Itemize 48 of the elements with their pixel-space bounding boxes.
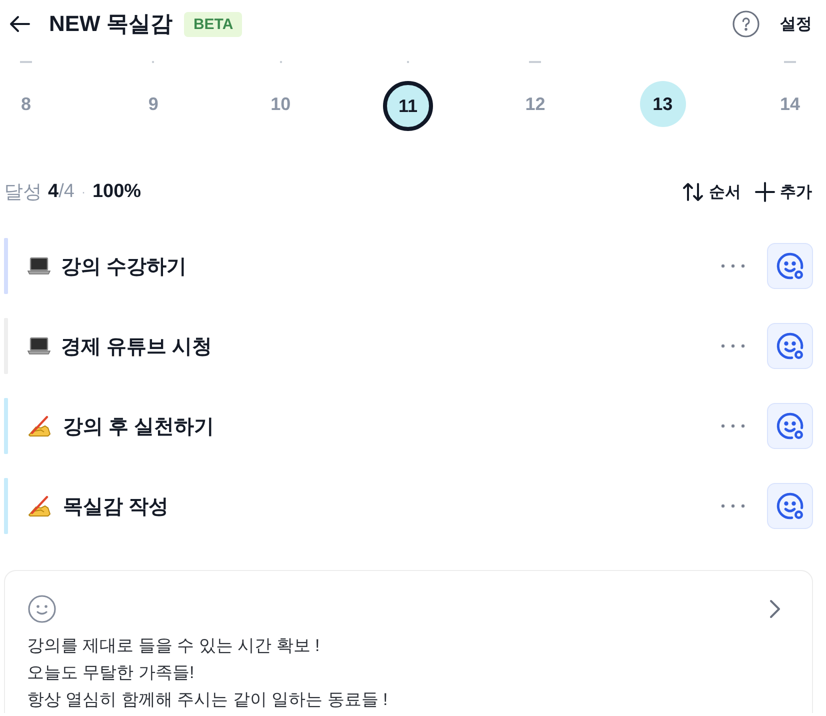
memo-line: 강의를 제대로 들을 수 있는 시간 확보 ! <box>27 635 321 657</box>
total-count: /4 <box>58 181 74 203</box>
laptop-icon <box>27 336 51 356</box>
task-title: 경제 유튜브 시청 <box>61 334 212 360</box>
add-button[interactable]: 추가 <box>755 182 812 202</box>
laptop-icon <box>27 256 51 276</box>
more-button[interactable] <box>721 424 745 428</box>
more-button[interactable] <box>721 344 745 348</box>
sort-arrows-icon <box>682 181 704 203</box>
ellipsis-icon <box>721 344 745 348</box>
help-icon <box>732 10 760 38</box>
task-title: 목실감 작성 <box>63 494 169 520</box>
reaction-button[interactable] <box>767 403 813 449</box>
dash-mark-icon <box>784 61 796 63</box>
page-title: NEW 목실감 <box>49 10 172 38</box>
ellipsis-icon <box>721 264 745 268</box>
memo-line: 항상 열심히 함께해 주시는 같이 일하는 동료들 ! <box>27 689 389 711</box>
separator-dot: · <box>81 185 86 199</box>
more-button[interactable] <box>721 264 745 268</box>
dash-mark-icon <box>529 61 542 63</box>
sort-button[interactable]: 순서 <box>682 181 741 203</box>
date-button[interactable]: 13 <box>640 81 686 127</box>
face-icon <box>775 251 805 281</box>
dash-mark-icon <box>20 61 32 63</box>
reaction-button[interactable] <box>767 483 813 529</box>
face-icon <box>775 411 805 441</box>
reaction-button[interactable] <box>767 323 813 369</box>
date-button[interactable]: 11 <box>382 81 433 131</box>
writing-hand-icon <box>27 494 53 518</box>
help-button[interactable] <box>732 10 760 38</box>
ellipsis-icon <box>721 504 745 508</box>
task-title: 강의 수강하기 <box>61 254 187 280</box>
more-button[interactable] <box>721 504 745 508</box>
beta-badge: BETA <box>184 12 242 36</box>
done-count: 4 <box>48 181 59 203</box>
reaction-button[interactable] <box>767 243 813 289</box>
settings-button[interactable]: 설정 <box>780 14 812 34</box>
ellipsis-icon <box>721 424 745 428</box>
achievement-percent: 100% <box>92 181 142 203</box>
writing-hand-icon <box>27 414 53 438</box>
memo-line: 오늘도 무탈한 가족들! <box>27 662 196 684</box>
face-icon <box>775 491 805 521</box>
plus-icon <box>755 182 775 202</box>
task-title: 강의 후 실천하기 <box>63 414 214 440</box>
smile-icon <box>27 594 57 624</box>
achievement-label: 달성 <box>4 181 42 205</box>
face-icon <box>775 331 805 361</box>
chevron-right-icon[interactable] <box>768 599 782 619</box>
